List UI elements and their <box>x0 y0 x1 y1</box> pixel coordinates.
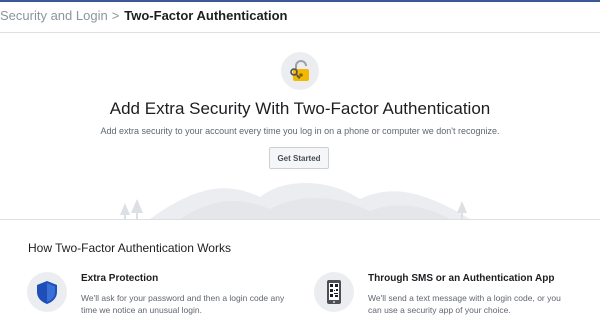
phone-qr-icon <box>327 280 341 304</box>
shield-icon <box>37 281 57 304</box>
breadcrumb-separator: > <box>111 7 120 23</box>
extra-protection-icon-badge <box>27 272 67 312</box>
breadcrumb-current-page: Two-Factor Authentication <box>124 7 288 23</box>
how-it-works-title: How Two-Factor Authentication Works <box>28 241 231 255</box>
breadcrumb-security-and-login[interactable]: Security and Login <box>0 8 108 23</box>
feature-description: We'll send a text message with a login c… <box>368 292 561 316</box>
mountains-illustration <box>120 182 470 219</box>
section-divider <box>0 219 600 220</box>
breadcrumb: Security and Login > Two-Factor Authenti… <box>0 3 288 27</box>
get-started-button[interactable]: Get Started <box>269 147 329 169</box>
feature-description-line: time we notice an unusual login. <box>81 305 202 315</box>
feature-title: Extra Protection <box>81 273 159 284</box>
top-accent-bar <box>0 0 600 2</box>
hero-section: Add Extra Security With Two-Factor Authe… <box>0 33 600 219</box>
lock-key-icon <box>290 60 309 81</box>
feature-description-line: can use a security app of your choice. <box>368 305 511 315</box>
feature-title: Through SMS or an Authentication App <box>368 273 555 284</box>
hero-title: Add Extra Security With Two-Factor Authe… <box>109 99 491 118</box>
lock-badge <box>281 52 319 90</box>
feature-description-line: We'll send a text message with a login c… <box>368 293 561 303</box>
hero-subtitle: Add extra security to your account every… <box>100 126 500 136</box>
sms-app-icon-badge <box>314 272 354 312</box>
feature-description: We'll ask for your password and then a l… <box>81 292 284 316</box>
feature-description-line: We'll ask for your password and then a l… <box>81 293 285 303</box>
